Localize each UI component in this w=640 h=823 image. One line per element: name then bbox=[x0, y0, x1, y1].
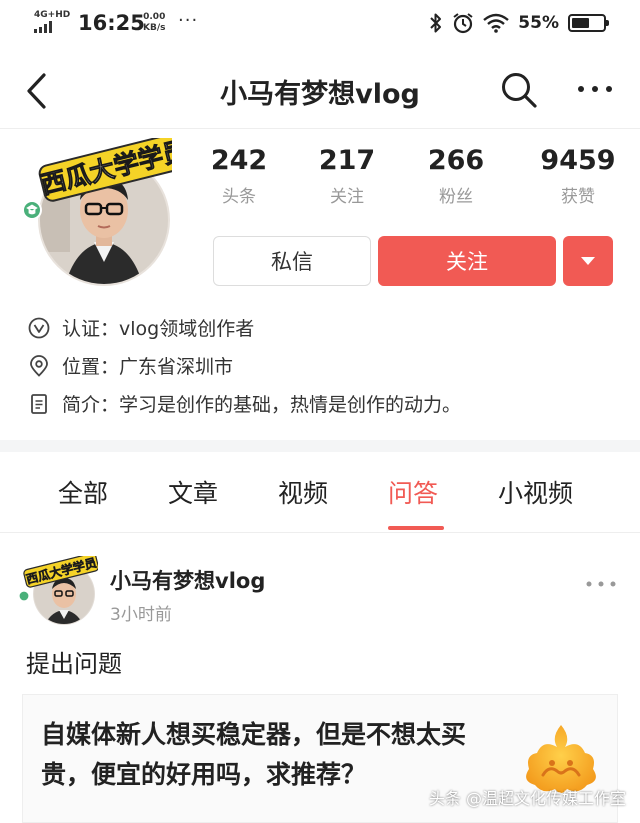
stat-posts[interactable]: 242 头条 bbox=[189, 145, 289, 208]
speed-value: 0.00 bbox=[143, 12, 166, 22]
info-verification: 认证： vlog领域创作者 bbox=[28, 314, 254, 341]
question-text: 自媒体新人想买稳定器，但是不想太买贵，便宜的好用吗，求推荐？ bbox=[41, 720, 467, 789]
battery-level bbox=[572, 18, 589, 28]
post-timestamp: 3小时前 bbox=[110, 605, 172, 625]
post-more-icon[interactable] bbox=[584, 578, 618, 590]
status-more-dots: ··· bbox=[178, 10, 199, 31]
avatar[interactable]: 西瓜大学学员 bbox=[22, 138, 172, 288]
post-action-text: 提出问题 bbox=[26, 650, 122, 678]
document-icon bbox=[31, 393, 47, 414]
stat-value: 9459 bbox=[540, 145, 616, 176]
info-location: 位置： 广东省深圳市 bbox=[28, 352, 233, 379]
stat-likes[interactable]: 9459 获赞 bbox=[528, 145, 628, 208]
tab-qa[interactable]: 问答 bbox=[388, 474, 438, 510]
info-value: 广东省深圳市 bbox=[119, 356, 234, 378]
follow-button[interactable]: 关注 bbox=[378, 236, 556, 286]
stat-followers[interactable]: 266 粉丝 bbox=[406, 145, 506, 208]
stat-label: 关注 bbox=[330, 187, 364, 207]
tab-all[interactable]: 全部 bbox=[58, 474, 108, 510]
active-tab-indicator bbox=[388, 526, 444, 530]
more-icon[interactable] bbox=[576, 79, 614, 99]
tab-videos[interactable]: 视频 bbox=[278, 474, 328, 510]
network-speed: 0.00 KB/s bbox=[143, 12, 165, 34]
stat-label: 头条 bbox=[222, 187, 256, 207]
battery-percent: 55% bbox=[518, 13, 559, 33]
info-key: 认证： bbox=[62, 318, 120, 340]
stat-value: 242 bbox=[210, 145, 268, 176]
speed-unit: KB/s bbox=[143, 23, 166, 33]
post-author-avatar[interactable]: 西瓜大学学员 bbox=[18, 556, 98, 626]
info-bio: 简介： 学习是创作的基础，热情是创作的动力。 bbox=[28, 390, 461, 417]
tabs-divider bbox=[0, 532, 640, 533]
section-separator bbox=[0, 440, 640, 452]
nav-bar: 小马有梦想vlog bbox=[0, 55, 640, 125]
stat-label: 粉丝 bbox=[439, 187, 473, 207]
wifi-icon bbox=[483, 13, 510, 33]
follow-dropdown-button[interactable] bbox=[563, 236, 613, 286]
bluetooth-icon bbox=[430, 13, 442, 33]
network-type: 4G+HD bbox=[34, 10, 71, 20]
page-title: 小马有梦想vlog bbox=[220, 79, 420, 110]
info-key: 位置： bbox=[62, 356, 120, 378]
message-button[interactable]: 私信 bbox=[213, 236, 371, 286]
status-right-group: 55% bbox=[429, 12, 609, 34]
post-author-name[interactable]: 小马有梦想vlog bbox=[110, 565, 265, 595]
battery-icon bbox=[568, 14, 609, 32]
clock: 16:25 bbox=[78, 11, 145, 35]
tab-short-videos[interactable]: 小视频 bbox=[498, 474, 573, 510]
search-icon[interactable] bbox=[500, 71, 538, 109]
location-icon bbox=[30, 354, 48, 377]
watermark: 头条 @温超文化传媒工作室 bbox=[428, 789, 626, 808]
alarm-icon bbox=[453, 13, 473, 34]
stat-value: 266 bbox=[427, 145, 485, 176]
verified-icon bbox=[28, 317, 50, 338]
info-key: 简介： bbox=[62, 394, 120, 416]
info-value: vlog领域创作者 bbox=[119, 318, 255, 340]
stat-following[interactable]: 217 关注 bbox=[297, 145, 397, 208]
info-value: 学习是创作的基础，热情是创作的动力。 bbox=[119, 394, 462, 416]
stat-value: 217 bbox=[318, 145, 376, 176]
signal-icon bbox=[34, 21, 52, 33]
nav-divider bbox=[0, 128, 640, 129]
tab-articles[interactable]: 文章 bbox=[168, 474, 218, 510]
status-bar: 4G+HD 16:25 0.00 KB/s ··· 55% bbox=[0, 0, 640, 50]
stat-label: 获赞 bbox=[561, 187, 595, 207]
caret-down-icon bbox=[581, 256, 595, 265]
